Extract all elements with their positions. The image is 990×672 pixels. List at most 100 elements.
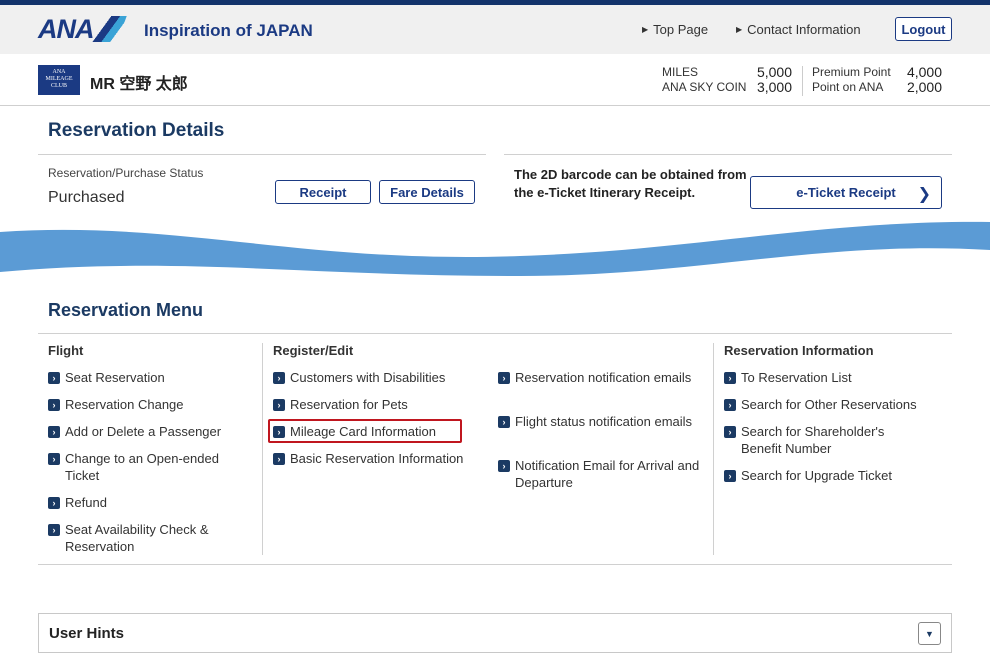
chevron-right-icon: › <box>498 416 510 428</box>
logo-text: ANA <box>38 13 94 44</box>
triangle-right-icon: ▶ <box>736 25 743 34</box>
reservation-information-column-title: Reservation Information <box>724 343 874 358</box>
menu-item-add-delete-passenger[interactable]: › Add or Delete a Passenger <box>48 423 253 440</box>
menu-item-reservation-change[interactable]: › Reservation Change <box>48 396 253 413</box>
chevron-right-icon: › <box>273 399 285 411</box>
ana-logo[interactable]: ANA <box>38 13 127 44</box>
reservation-details-title: Reservation Details <box>48 120 225 141</box>
menu-item-label: Basic Reservation Information <box>290 451 464 466</box>
menu-item-refund[interactable]: › Refund <box>48 494 253 511</box>
menu-item-label: Change to an Open-ended Ticket <box>65 451 219 483</box>
menu-item-label: Add or Delete a Passenger <box>65 424 222 439</box>
triangle-right-icon: ▶ <box>642 25 649 34</box>
menu-item-label: To Reservation List <box>741 370 852 385</box>
register-edit-column-title: Register/Edit <box>273 343 354 358</box>
user-hints-title: User Hints <box>49 625 125 642</box>
status-value: Purchased <box>48 189 125 206</box>
chevron-right-icon: › <box>48 399 60 411</box>
chevron-right-icon: › <box>48 372 60 384</box>
menu-item-label: Customers with Disabilities <box>290 370 446 385</box>
miles-value: 5,000 <box>756 64 792 80</box>
menu-item-label: Search for Upgrade Ticket <box>741 468 893 483</box>
menu-item-upgrade-ticket[interactable]: › Search for Upgrade Ticket <box>724 467 949 484</box>
user-hints-panel: User Hints ▼ <box>38 613 952 653</box>
chevron-right-icon: › <box>48 497 60 509</box>
badge-line: ANA <box>52 69 66 75</box>
chevron-right-icon: › <box>724 372 736 384</box>
chevron-right-icon: › <box>273 453 285 465</box>
divider <box>38 333 952 334</box>
reservation-menu-title: Reservation Menu <box>48 300 204 320</box>
chevron-right-icon: › <box>724 399 736 411</box>
premium-point-label: Premium Point <box>812 65 891 79</box>
fare-details-button[interactable]: Fare Details <box>379 180 475 204</box>
mileage-club-badge: ANA MILEAGE CLUB <box>38 65 80 95</box>
menu-item-search-other-reservations[interactable]: › Search for Other Reservations <box>724 396 949 413</box>
menu-item-label: Seat Reservation <box>65 370 165 385</box>
premium-point-value: 4,000 <box>906 64 942 80</box>
eticket-receipt-label: e-Ticket Receipt <box>796 185 896 200</box>
menu-item-label: Seat Availability Check & Reservation <box>65 522 209 554</box>
tagline: Inspiration of JAPAN <box>144 21 313 40</box>
menu-item-label: Reservation notification emails <box>515 370 692 385</box>
chevron-right-icon: › <box>724 470 736 482</box>
menu-item-label: Refund <box>65 495 107 510</box>
column-divider <box>713 343 714 555</box>
receipt-button[interactable]: Receipt <box>275 180 371 204</box>
chevron-right-icon: › <box>48 426 60 438</box>
menu-item-seat-reservation[interactable]: › Seat Reservation <box>48 369 253 386</box>
menu-item-label: Search for Shareholder's Benefit Number <box>741 424 885 456</box>
logout-button[interactable]: Logout <box>895 17 952 41</box>
expand-toggle-button[interactable]: ▼ <box>918 622 941 645</box>
menu-item-reservation-pets[interactable]: › Reservation for Pets <box>273 396 493 413</box>
eticket-receipt-button[interactable]: e-Ticket Receipt ❯ <box>750 176 942 209</box>
menu-item-label: Search for Other Reservations <box>741 397 917 412</box>
menu-item-label: Reservation for Pets <box>290 397 408 412</box>
chevron-right-icon: › <box>498 460 510 472</box>
member-bar: ANA MILEAGE CLUB MR 空野 太郎 MILES 5,000 AN… <box>0 54 990 106</box>
divider <box>38 154 486 155</box>
logo-mark-icon <box>90 16 127 42</box>
skycoin-value: 3,000 <box>756 79 792 95</box>
top-page-label: Top Page <box>653 22 709 37</box>
menu-item-arrival-departure-email[interactable]: › Notification Email for Arrival and Dep… <box>498 457 708 491</box>
menu-item-reservation-notification-emails[interactable]: › Reservation notification emails <box>498 369 693 386</box>
column-divider <box>262 343 263 555</box>
point-on-ana-label: Point on ANA <box>812 80 884 94</box>
menu-item-basic-reservation-info[interactable]: › Basic Reservation Information <box>273 450 493 467</box>
chevron-right-icon: › <box>48 524 60 536</box>
miles-label: MILES <box>662 65 699 79</box>
wave-divider <box>0 221 990 276</box>
chevron-down-icon: ▼ <box>925 628 934 639</box>
site-header: ANA Inspiration of JAPAN ▶ Top Page ▶ Co… <box>0 5 990 54</box>
barcode-note: The 2D barcode can be obtained from the … <box>514 167 747 200</box>
contact-information-label: Contact Information <box>747 22 861 37</box>
menu-item-flight-status-emails[interactable]: › Flight status notification emails <box>498 413 693 430</box>
menu-item-reservation-list[interactable]: › To Reservation List <box>724 369 949 386</box>
contact-information-link[interactable]: ▶ Contact Information <box>736 22 861 37</box>
chevron-right-icon: › <box>48 453 60 465</box>
menu-item-shareholder-benefit[interactable]: › Search for Shareholder's Benefit Numbe… <box>724 423 924 457</box>
chevron-right-icon: › <box>724 426 736 438</box>
menu-item-customers-disabilities[interactable]: › Customers with Disabilities <box>273 369 493 386</box>
menu-item-label: Reservation Change <box>65 397 184 412</box>
flight-column-title: Flight <box>48 343 84 358</box>
wave-shape <box>0 221 990 276</box>
stats-divider <box>802 66 803 96</box>
badge-line: CLUB <box>50 83 67 89</box>
status-label: Reservation/Purchase Status <box>48 166 204 180</box>
menu-item-seat-availability[interactable]: › Seat Availability Check & Reservation <box>48 521 238 555</box>
chevron-right-icon: ❯ <box>917 186 931 203</box>
divider <box>38 564 952 565</box>
member-name: MR 空野 太郎 <box>90 76 188 93</box>
chevron-right-icon: › <box>273 372 285 384</box>
badge-line: MILEAGE <box>45 76 73 82</box>
menu-item-label: Notification Email for Arrival and Depar… <box>515 458 700 490</box>
menu-item-open-ended-ticket[interactable]: › Change to an Open-ended Ticket <box>48 450 248 484</box>
menu-item-label: Flight status notification emails <box>515 414 693 429</box>
chevron-right-icon: › <box>498 372 510 384</box>
highlight-box <box>268 419 462 443</box>
point-on-ana-value: 2,000 <box>906 79 942 95</box>
top-page-link[interactable]: ▶ Top Page <box>642 22 708 37</box>
divider <box>504 154 952 155</box>
